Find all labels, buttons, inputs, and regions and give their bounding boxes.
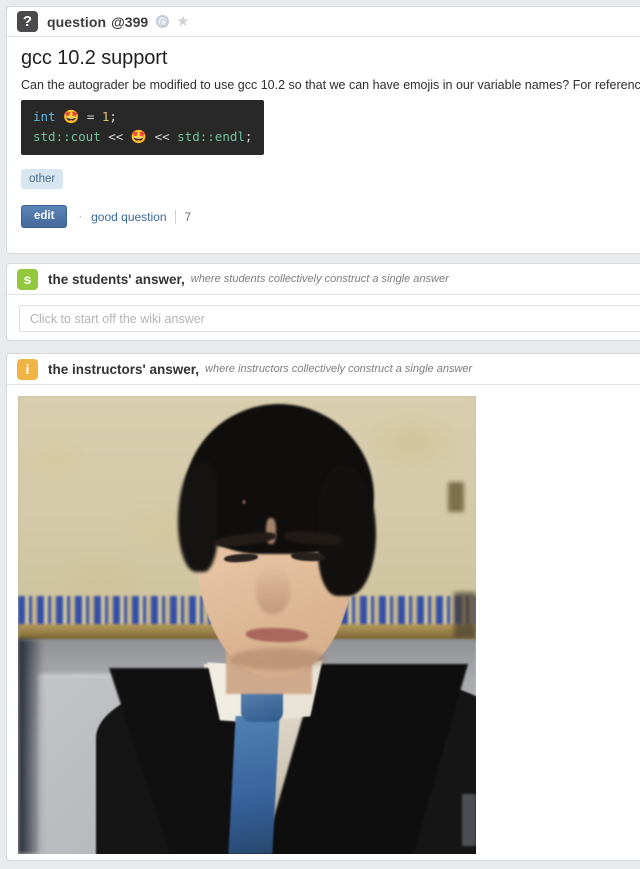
code-namespace-cout: std::cout: [33, 129, 101, 144]
photo-chin-shadow: [230, 648, 326, 670]
code-emoji: 🤩: [130, 130, 148, 145]
code-semicolon: ;: [109, 109, 117, 124]
good-question-count: 7: [174, 209, 191, 224]
code-keyword: int: [33, 109, 56, 124]
students-answer-header: s the students' answer, where students c…: [7, 264, 640, 295]
photo-hair-side-left: [178, 462, 218, 572]
code-operator: =: [86, 109, 95, 124]
code-semicolon: ;: [244, 129, 253, 144]
tag-row: other: [7, 155, 640, 189]
piazza-post-page: ? question @399 ★ gcc 10.2 support Can t…: [0, 0, 640, 869]
code-namespace-endl: std::endl: [177, 129, 245, 144]
page-title: gcc 10.2 support: [21, 47, 168, 69]
students-answer-card: s the students' answer, where students c…: [6, 263, 640, 341]
good-question-link[interactable]: good question: [91, 210, 166, 224]
photo-necktie: [228, 716, 280, 854]
photo-right-box: [462, 794, 476, 846]
code-emoji: 🤩: [63, 110, 80, 125]
photo-bg-object-2: [454, 592, 476, 638]
students-badge-icon: s: [17, 268, 38, 290]
code-block: int 🤩 = 1; std::cout << 🤩 << std::endl;: [21, 100, 265, 155]
code-line-2: std::cout << 🤩 << std::endl;: [33, 127, 252, 147]
wiki-input-wrapper: [7, 295, 640, 332]
question-text: Can the autograder be modified to use gc…: [21, 78, 640, 92]
question-body: gcc 10.2 support Can the autograder be m…: [7, 37, 640, 155]
wiki-answer-input[interactable]: [19, 305, 640, 332]
tag-other[interactable]: other: [21, 169, 64, 189]
instructors-answer-body: [7, 385, 640, 854]
photo-left-shadow: [18, 639, 44, 854]
answer-photo: [18, 396, 476, 854]
photo-hair-side-right: [318, 466, 376, 596]
edit-button[interactable]: edit: [21, 205, 68, 228]
students-answer-subtitle: where students collectively construct a …: [190, 273, 449, 285]
question-type-label: question: [47, 13, 107, 30]
instructors-answer-title: the instructors' answer,: [48, 361, 200, 377]
wiki-circle-icon[interactable]: [156, 15, 170, 28]
action-row: edit · good question 7: [7, 189, 640, 228]
code-shift-2: <<: [154, 129, 170, 144]
students-answer-title: the students' answer,: [48, 271, 185, 287]
question-card: ? question @399 ★ gcc 10.2 support Can t…: [6, 6, 640, 254]
photo-nose: [256, 566, 290, 614]
code-line-1: int 🤩 = 1;: [33, 107, 252, 127]
star-icon[interactable]: ★: [176, 14, 189, 29]
question-type-icon: ?: [17, 11, 38, 32]
instructors-answer-subtitle: where instructors collectively construct…: [205, 363, 473, 375]
question-header: ? question @399 ★: [7, 7, 640, 37]
photo-mole: [242, 500, 246, 504]
instructors-answer-card: i the instructors' answer, where instruc…: [6, 353, 640, 861]
action-separator: ·: [78, 210, 83, 223]
instructors-badge-icon: i: [17, 358, 38, 380]
instructors-answer-header: i the instructors' answer, where instruc…: [7, 354, 640, 385]
question-number: @399: [111, 13, 149, 30]
photo-bg-object: [448, 482, 464, 512]
code-shift-1: <<: [108, 129, 124, 144]
